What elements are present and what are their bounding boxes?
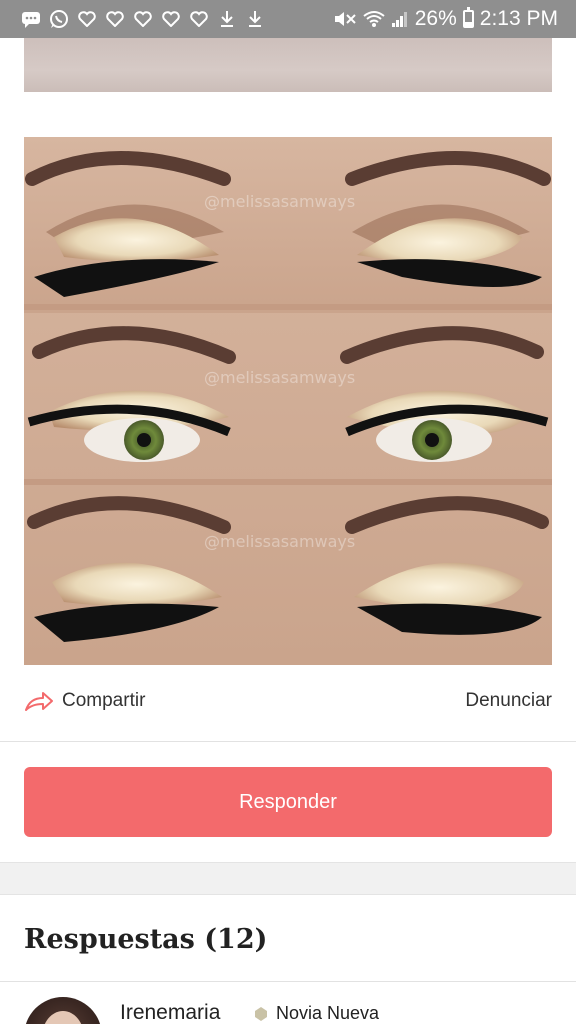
system-status: 26% 2:13 PM xyxy=(333,7,558,31)
answer-user-name[interactable]: Irenemaria xyxy=(120,1001,220,1024)
message-icon xyxy=(20,8,42,30)
answers-title: Respuestas (12) xyxy=(24,924,268,955)
report-button[interactable]: Denunciar xyxy=(465,690,552,712)
signal-icon xyxy=(391,10,409,28)
eyes-row-1 xyxy=(24,137,552,313)
section-separator xyxy=(0,862,576,895)
image-watermark: @melissasamways xyxy=(204,532,355,551)
heart-icon xyxy=(160,8,182,30)
battery-percent: 26% xyxy=(414,7,457,30)
post-image[interactable]: @melissasamways @melissasamways @melissa… xyxy=(24,137,552,665)
share-button[interactable]: Compartir xyxy=(24,690,145,712)
rank-badge-icon xyxy=(254,1006,268,1022)
heart-icon xyxy=(188,8,210,30)
clock: 2:13 PM xyxy=(479,7,558,30)
notification-icons xyxy=(20,8,266,30)
battery-icon xyxy=(462,7,474,28)
download-icon xyxy=(216,8,238,30)
avatar[interactable] xyxy=(24,997,102,1024)
divider xyxy=(0,741,576,742)
share-icon xyxy=(24,690,54,712)
post-actions: Compartir Denunciar xyxy=(24,684,552,718)
user-rank-label: Novia Nueva xyxy=(276,1003,380,1023)
mute-icon xyxy=(333,10,357,28)
download-icon xyxy=(244,8,266,30)
user-rank: Novia Nueva xyxy=(254,1003,379,1024)
heart-icon xyxy=(76,8,98,30)
divider xyxy=(0,981,576,982)
share-label: Compartir xyxy=(62,690,146,711)
answer-item: Irenemaria Novia Nueva xyxy=(24,997,552,1024)
image-watermark: @melissasamways xyxy=(204,192,355,211)
status-bar: 26% 2:13 PM xyxy=(0,0,576,38)
image-watermark: @melissasamways xyxy=(204,368,355,387)
wifi-icon xyxy=(363,10,385,28)
heart-icon xyxy=(132,8,154,30)
previous-post-image xyxy=(24,38,552,92)
reply-button[interactable]: Responder xyxy=(24,767,552,837)
heart-icon xyxy=(104,8,126,30)
whatsapp-icon xyxy=(48,8,70,30)
